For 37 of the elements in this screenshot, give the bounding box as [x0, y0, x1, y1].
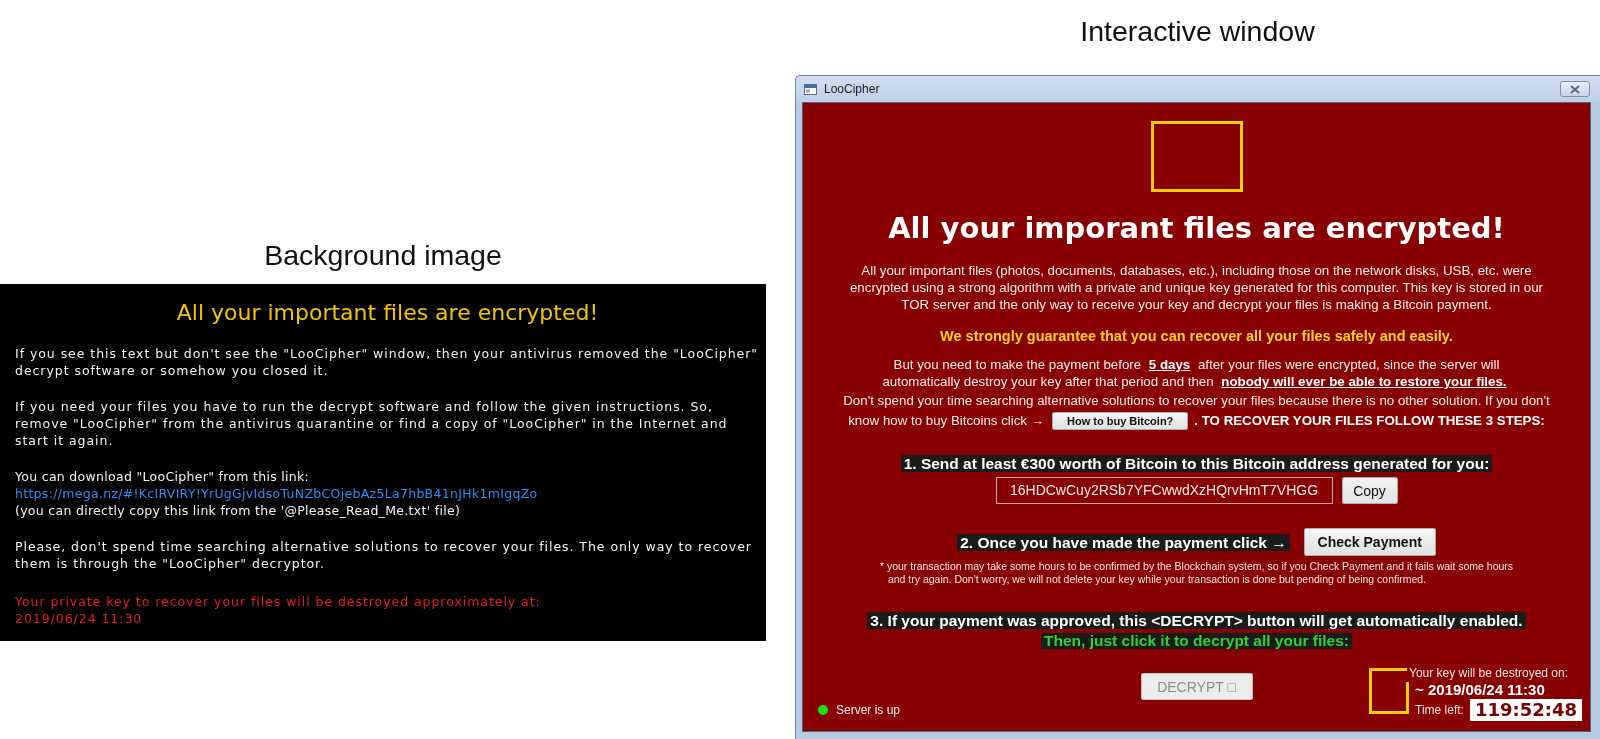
- step-hint: Then, just click it to decrypt all your files:: [1041, 633, 1352, 649]
- download-text: You can download "LooCipher" from this link:: [15, 468, 310, 485]
- steps-heading: . TO RECOVER YOUR FILES FOLLOW THESE 3 STEPS:: [1194, 412, 1545, 430]
- caption-text: Background image: [264, 238, 502, 272]
- close-icon: [1570, 84, 1580, 94]
- advice-text: Don't spend your time searching alternative solutions to recover your files because there is no other solution. If you don't: [843, 392, 1550, 410]
- address-field[interactable]: 16HDCwCuy2RSb7YFCwwdXzHQrvHmT7VHGG: [995, 477, 1333, 504]
- wallpaper-heading: All your important files are encrypted!: [176, 300, 599, 326]
- download-link[interactable]: https://mega.nz/#!KcIRVIRY!YrUgGjvIdsoTuNZbCOjebAz5La7hbB41nJHk1mIgqZo: [15, 485, 538, 502]
- copy-note: (you can directly copy this link from the '@Please_Read_Me.txt' file): [15, 502, 461, 519]
- advice-text: know how to buy Bitcoins click →: [848, 412, 1044, 430]
- footnote-text: * your transaction may take some hours to be confirmed by the Blockchain system, so if you Check Payment and it fails wait some hours and try again. Don't worry, we will not delete your key while your transaction is done but pending of being confirmed.: [879, 560, 1514, 585]
- deadline-paragraph: But you need to make the payment before 5 days after your files were encrypted, since the server will automatically destroy your key after that period and then nobody will ever be able to restore your files.: [882, 356, 1508, 390]
- wallpaper-paragraph: If you need your files you have to run the decrypt software and follow the given instructions. So, remove "LooCipher" from the antivirus quarantine or find a copy of "LooCipher" in the Internet and start it again.: [15, 398, 728, 449]
- deadline-date: ~ 2019/06/24 11:30: [1414, 681, 1545, 699]
- warning-paragraph: Your private key to recover your files will be destroyed approximately at: 2019/06/24 11:30: [15, 593, 541, 627]
- window-title: LooCipher: [824, 82, 880, 96]
- deadline-label: Your key will be destroyed on:: [1409, 666, 1568, 681]
- step-instruction: 2. Once you have made the payment click →: [957, 533, 1290, 551]
- check-payment-button[interactable]: Check Payment: [1303, 528, 1436, 556]
- countdown-timer: 119:52:48: [1469, 699, 1582, 721]
- window-icon: [804, 83, 817, 95]
- server-status-text: Server is up: [836, 702, 901, 718]
- copy-button[interactable]: Copy: [1341, 477, 1398, 504]
- wallpaper-paragraph: If you see this text but don't see the "LooCipher" window, then your antivirus removed the "LooCipher" decrypt software or somehow you closed it.: [15, 345, 759, 379]
- step-instruction: 3. If your payment was approved, this <DECRYPT> button will get automatically enabled.: [867, 612, 1526, 629]
- ransom-heading: All your imporant files are encrypted!: [888, 210, 1505, 246]
- empty-frame-icon: [1150, 121, 1243, 192]
- close-button[interactable]: [1560, 81, 1590, 97]
- time-left-label: Time left:: [1415, 703, 1464, 717]
- empty-frame-icon: [1369, 668, 1409, 714]
- intro-paragraph: All your important files (photos, documents, databases, etc.), including those on the network disks, USB, etc. were encrypted using a strong algorithm with a private and unique key generated for this computer. This key is stored in our TOR server and the only way to receive your key and decrypt your files is making a Bitcoin payment.: [849, 262, 1544, 313]
- step-instruction: 1. Send at least €300 worth of Bitcoin to this Bitcoin address generated for you:: [900, 455, 1493, 472]
- caption-text: Interactive window: [1080, 14, 1315, 48]
- guarantee-text: We strongly guarantee that you can recover all your files safely and easily.: [940, 328, 1453, 345]
- how-to-buy-button[interactable]: How to buy Bitcoin?: [1052, 412, 1189, 430]
- wallpaper-paragraph: Please, don't spend time searching alternative solutions to recover your files. The only way to recover them is through the "LooCipher" decryptor.: [15, 538, 752, 572]
